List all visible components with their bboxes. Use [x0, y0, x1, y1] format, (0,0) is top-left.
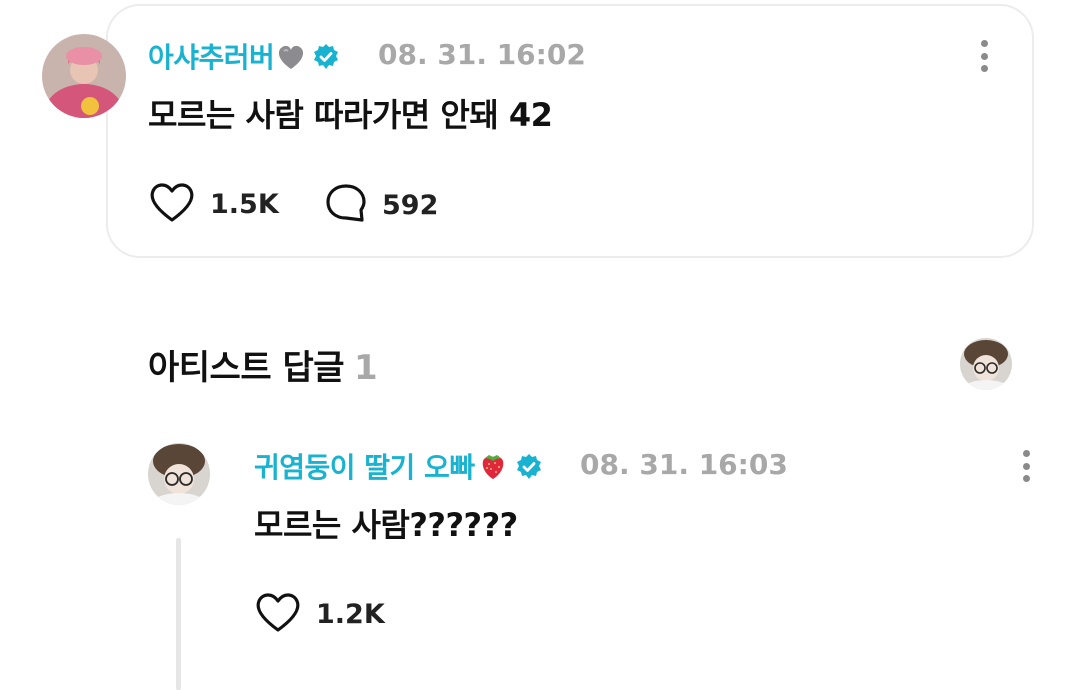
post-like-button[interactable]: 1.5K: [148, 180, 279, 228]
artist-replies-title: 아티스트 답글: [148, 348, 345, 388]
post-like-count: 1.5K: [210, 188, 279, 220]
reply-author-avatar[interactable]: [148, 443, 210, 505]
verified-badge-icon: [312, 43, 340, 78]
reply-like-count: 1.2K: [316, 598, 385, 630]
reply-username-text[interactable]: 귀염둥이 딸기 오빠: [254, 451, 475, 484]
heart-icon: [254, 590, 302, 638]
thread-line: [176, 538, 181, 690]
comment-bubble-icon: [324, 182, 368, 228]
reply-text: 모르는 사람??????: [254, 506, 518, 544]
artist-reply-screen: 아샤추러버 08. 31. 16:02 모르는 사람 따라가면 안돼 42 1.…: [0, 0, 1080, 690]
artist-replies-count: 1: [354, 348, 378, 388]
post-username-text[interactable]: 아샤추러버: [148, 41, 275, 74]
post-text: 모르는 사람 따라가면 안돼 42: [148, 96, 553, 134]
artist-replies-heading: 아티스트 답글 1: [148, 340, 378, 389]
post-more-options-icon[interactable]: [972, 36, 996, 76]
reply-more-options-icon[interactable]: [1014, 446, 1038, 486]
post-timestamp: 08. 31. 16:02: [378, 38, 586, 71]
heart-icon: [148, 180, 196, 228]
post-username[interactable]: 아샤추러버: [148, 36, 340, 78]
verified-badge-icon: [515, 453, 543, 488]
reply-username[interactable]: 귀염둥이 딸기 오빠: [254, 446, 543, 488]
reply-like-button[interactable]: 1.2K: [254, 590, 385, 638]
artist-avatar-small[interactable]: [960, 338, 1012, 390]
post-comment-count: 592: [382, 189, 439, 221]
reply-timestamp: 08. 31. 16:03: [580, 448, 788, 481]
post-author-avatar[interactable]: [42, 34, 126, 118]
strawberry-icon: [477, 449, 509, 488]
grey-heart-icon: [276, 43, 306, 78]
post-comment-button[interactable]: 592: [324, 182, 438, 228]
